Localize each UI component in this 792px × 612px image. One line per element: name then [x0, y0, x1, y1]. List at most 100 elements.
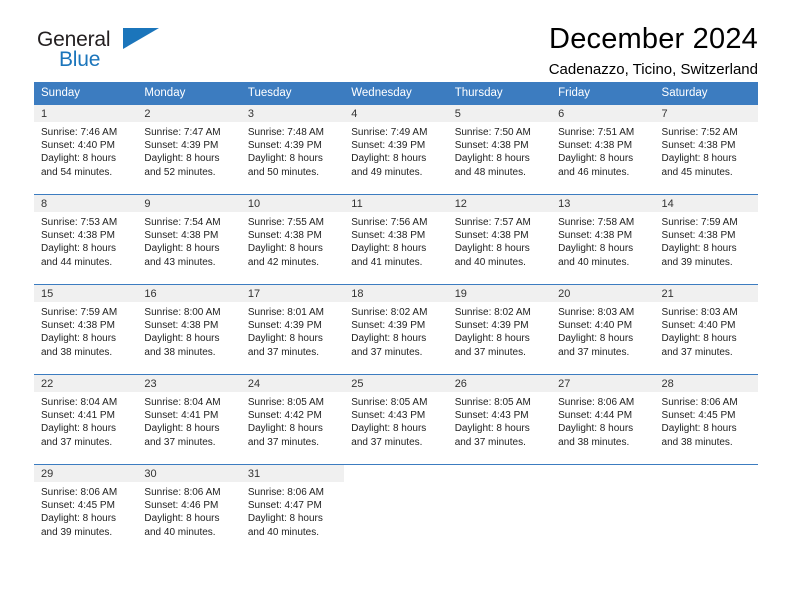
- calendar-day-cell[interactable]: 1 Sunrise: 7:46 AM Sunset: 4:40 PM Daylight…: [34, 104, 138, 195]
- daylight-text-line1: Daylight: 8 hours: [41, 423, 117, 435]
- calendar-day-cell[interactable]: 18 Sunrise: 8:02 AM Sunset: 4:39 PM Dayligh…: [344, 284, 448, 375]
- calendar-header-row: Sunday Monday Tuesday Wednesday Thursday…: [34, 82, 758, 105]
- sunrise-text: Sunrise: 8:02 AM: [454, 307, 531, 318]
- day-cell-inner: 19 Sunrise: 8:02 AM Sunset: 4:39 PM Dayligh…: [447, 285, 552, 374]
- sunrise-text: Sunrise: 8:01 AM: [247, 307, 324, 318]
- sunrise-text: Sunrise: 7:54 AM: [144, 217, 221, 228]
- daylight-text-line1: Daylight: 8 hours: [351, 153, 427, 165]
- daylight-text-line1: Daylight: 8 hours: [41, 153, 117, 165]
- general-blue-logo[interactable]: General Blue: [34, 22, 164, 74]
- calendar-day-cell[interactable]: 10 Sunrise: 7:55 AM Sunset: 4:38 PM Dayligh…: [240, 194, 345, 285]
- day-number: 20: [551, 285, 655, 302]
- page-header: General Blue December 2024 Cadenazzo, Ti…: [34, 0, 758, 78]
- day-details: Sunrise: 7:51 AM Sunset: 4:38 PM Daylight:…: [551, 122, 654, 179]
- sunrise-text: Sunrise: 8:04 AM: [144, 397, 221, 408]
- sunset-text: Sunset: 4:40 PM: [41, 140, 115, 152]
- calendar-day-cell[interactable]: 29 Sunrise: 8:06 AM Sunset: 4:45 PM Dayligh…: [34, 464, 138, 554]
- calendar-day-cell[interactable]: 13 Sunrise: 7:58 AM Sunset: 4:38 PM Dayligh…: [551, 194, 655, 285]
- daylight-text-line1: Daylight: 8 hours: [247, 243, 323, 255]
- sunset-text: Sunset: 4:47 PM: [247, 500, 322, 512]
- calendar-day-cell[interactable]: 28 Sunrise: 8:06 AM Sunset: 4:45 PM Dayligh…: [654, 374, 758, 465]
- sunset-text: Sunset: 4:38 PM: [144, 230, 219, 242]
- daylight-text-line2: and 38 minutes.: [41, 346, 113, 358]
- calendar-day-cell[interactable]: 27 Sunrise: 8:06 AM Sunset: 4:44 PM Dayligh…: [551, 374, 655, 465]
- calendar-day-cell[interactable]: 5 Sunrise: 7:50 AM Sunset: 4:38 PM Daylight…: [447, 104, 552, 195]
- sunrise-text: Sunrise: 7:46 AM: [41, 127, 118, 138]
- calendar-day-cell[interactable]: 17 Sunrise: 8:01 AM Sunset: 4:39 PM Dayligh…: [240, 284, 345, 375]
- calendar-day-cell[interactable]: 20 Sunrise: 8:03 AM Sunset: 4:40 PM Dayligh…: [551, 284, 655, 375]
- calendar-day-cell[interactable]: 8 Sunrise: 7:53 AM Sunset: 4:38 PM Daylight…: [34, 194, 138, 285]
- day-cell-inner: 2 Sunrise: 7:47 AM Sunset: 4:39 PM Daylight…: [137, 105, 241, 194]
- daylight-text-line2: and 48 minutes.: [454, 166, 526, 178]
- sunrise-text: Sunrise: 8:05 AM: [247, 397, 324, 408]
- weekday-header-monday: Monday: [137, 82, 241, 105]
- day-number: 3: [240, 105, 345, 122]
- day-cell-inner: 31 Sunrise: 8:06 AM Sunset: 4:47 PM Dayligh…: [240, 465, 345, 554]
- day-cell-inner: 26 Sunrise: 8:05 AM Sunset: 4:43 PM Dayligh…: [447, 375, 552, 464]
- sunrise-text: Sunrise: 7:55 AM: [247, 217, 324, 228]
- calendar-day-cell[interactable]: 4 Sunrise: 7:49 AM Sunset: 4:39 PM Daylight…: [344, 104, 448, 195]
- calendar-day-cell[interactable]: 3 Sunrise: 7:48 AM Sunset: 4:39 PM Daylight…: [240, 104, 345, 195]
- calendar-day-cell[interactable]: 12 Sunrise: 7:57 AM Sunset: 4:38 PM Dayligh…: [447, 194, 552, 285]
- sunset-text: Sunset: 4:41 PM: [41, 410, 115, 422]
- sunset-text: Sunset: 4:38 PM: [558, 230, 633, 242]
- calendar-table: Sunday Monday Tuesday Wednesday Thursday…: [34, 82, 758, 554]
- day-cell-inner: 21 Sunrise: 8:03 AM Sunset: 4:40 PM Dayligh…: [654, 285, 758, 374]
- sunset-text: Sunset: 4:43 PM: [454, 410, 529, 422]
- calendar-day-cell[interactable]: 16 Sunrise: 8:00 AM Sunset: 4:38 PM Dayligh…: [137, 284, 241, 375]
- calendar-day-cell[interactable]: 2 Sunrise: 7:47 AM Sunset: 4:39 PM Daylight…: [137, 104, 241, 195]
- calendar-day-cell[interactable]: 24 Sunrise: 8:05 AM Sunset: 4:42 PM Dayligh…: [240, 374, 345, 465]
- sunrise-text: Sunrise: 8:05 AM: [351, 397, 428, 408]
- day-details: Sunrise: 7:57 AM Sunset: 4:38 PM Daylight:…: [448, 212, 551, 269]
- daylight-text-line2: and 54 minutes.: [41, 166, 113, 178]
- daylight-text-line2: and 37 minutes.: [558, 346, 630, 358]
- calendar-day-cell[interactable]: 6 Sunrise: 7:51 AM Sunset: 4:38 PM Daylight…: [551, 104, 655, 195]
- calendar-day-cell[interactable]: 25 Sunrise: 8:05 AM Sunset: 4:43 PM Dayligh…: [344, 374, 448, 465]
- day-details: Sunrise: 8:03 AM Sunset: 4:40 PM Daylight:…: [551, 302, 654, 359]
- calendar-day-cell[interactable]: 7 Sunrise: 7:52 AM Sunset: 4:38 PM Daylight…: [654, 104, 758, 195]
- sunset-text: Sunset: 4:38 PM: [351, 230, 426, 242]
- sunset-text: Sunset: 4:45 PM: [661, 410, 736, 422]
- day-number: 24: [240, 375, 345, 392]
- weekday-header-thursday: Thursday: [447, 82, 552, 105]
- calendar-cell-empty: [654, 464, 758, 554]
- weekday-header-tuesday: Tuesday: [240, 82, 345, 105]
- calendar-day-cell[interactable]: 23 Sunrise: 8:04 AM Sunset: 4:41 PM Dayligh…: [137, 374, 241, 465]
- calendar-day-cell[interactable]: 19 Sunrise: 8:02 AM Sunset: 4:39 PM Dayligh…: [447, 284, 552, 375]
- calendar-day-cell[interactable]: 30 Sunrise: 8:06 AM Sunset: 4:46 PM Dayligh…: [137, 464, 241, 554]
- sunset-text: Sunset: 4:40 PM: [661, 320, 736, 332]
- calendar-day-cell[interactable]: 9 Sunrise: 7:54 AM Sunset: 4:38 PM Daylight…: [137, 194, 241, 285]
- calendar-day-cell[interactable]: 21 Sunrise: 8:03 AM Sunset: 4:40 PM Dayligh…: [654, 284, 758, 375]
- calendar-day-cell[interactable]: 22 Sunrise: 8:04 AM Sunset: 4:41 PM Dayligh…: [34, 374, 138, 465]
- day-details: Sunrise: 8:06 AM Sunset: 4:45 PM Daylight:…: [34, 482, 137, 539]
- calendar-day-cell[interactable]: 15 Sunrise: 7:59 AM Sunset: 4:38 PM Dayligh…: [34, 284, 138, 375]
- calendar-day-cell[interactable]: 14 Sunrise: 7:59 AM Sunset: 4:38 PM Dayligh…: [654, 194, 758, 285]
- daylight-text-line2: and 45 minutes.: [661, 166, 733, 178]
- calendar-cell-empty: [447, 464, 552, 554]
- day-cell-inner: [551, 465, 655, 554]
- day-cell-inner: 12 Sunrise: 7:57 AM Sunset: 4:38 PM Dayligh…: [447, 195, 552, 284]
- daylight-text-line2: and 46 minutes.: [558, 166, 630, 178]
- sunrise-text: Sunrise: 8:03 AM: [558, 307, 635, 318]
- day-details: Sunrise: 7:55 AM Sunset: 4:38 PM Daylight:…: [241, 212, 344, 269]
- day-details: Sunrise: 8:05 AM Sunset: 4:43 PM Daylight:…: [344, 392, 447, 449]
- daylight-text-line2: and 37 minutes.: [454, 346, 526, 358]
- day-cell-inner: 27 Sunrise: 8:06 AM Sunset: 4:44 PM Dayligh…: [551, 375, 655, 464]
- sunrise-text: Sunrise: 8:00 AM: [144, 307, 221, 318]
- day-details: Sunrise: 8:05 AM Sunset: 4:42 PM Daylight:…: [241, 392, 344, 449]
- day-cell-inner: 18 Sunrise: 8:02 AM Sunset: 4:39 PM Dayligh…: [344, 285, 448, 374]
- daylight-text-line2: and 37 minutes.: [247, 346, 320, 358]
- day-number: 21: [654, 285, 758, 302]
- daylight-text-line1: Daylight: 8 hours: [454, 333, 530, 345]
- day-cell-inner: 28 Sunrise: 8:06 AM Sunset: 4:45 PM Dayligh…: [654, 375, 758, 464]
- calendar-day-cell[interactable]: 11 Sunrise: 7:56 AM Sunset: 4:38 PM Dayligh…: [344, 194, 448, 285]
- day-details: Sunrise: 7:46 AM Sunset: 4:40 PM Daylight:…: [34, 122, 137, 179]
- title-block: December 2024 Cadenazzo, Ticino, Switzer…: [549, 22, 758, 81]
- calendar-day-cell[interactable]: 31 Sunrise: 8:06 AM Sunset: 4:47 PM Dayligh…: [240, 464, 345, 554]
- day-number: 10: [240, 195, 345, 212]
- day-cell-inner: 15 Sunrise: 7:59 AM Sunset: 4:38 PM Dayligh…: [34, 285, 138, 374]
- calendar-day-cell[interactable]: 26 Sunrise: 8:05 AM Sunset: 4:43 PM Dayligh…: [447, 374, 552, 465]
- daylight-text-line2: and 40 minutes.: [144, 526, 216, 538]
- day-cell-inner: [447, 465, 552, 554]
- sunrise-text: Sunrise: 7:50 AM: [454, 127, 531, 138]
